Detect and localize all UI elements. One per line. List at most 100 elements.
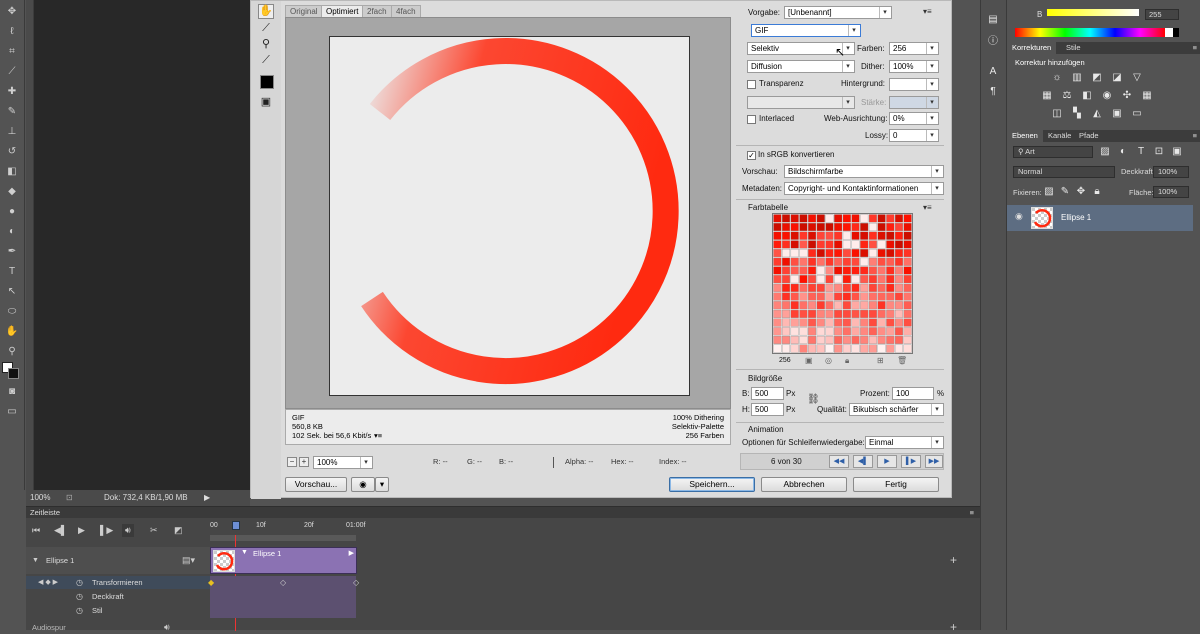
color-swatch[interactable]	[877, 240, 886, 249]
optimized-preview[interactable]	[285, 17, 731, 409]
bucket-tool-icon[interactable]: ◆	[5, 186, 19, 198]
color-swatch[interactable]	[799, 301, 808, 310]
tab-paths[interactable]: Pfade	[1074, 130, 1104, 142]
color-swatch[interactable]	[799, 335, 808, 344]
invert-icon[interactable]: ◫	[1051, 108, 1063, 120]
color-swatch[interactable]	[773, 309, 782, 318]
color-swatch[interactable]	[903, 344, 912, 353]
color-balance-icon[interactable]: ⚖	[1061, 90, 1073, 102]
channel-mixer-icon[interactable]: ✣	[1121, 90, 1133, 102]
color-swatch[interactable]	[825, 223, 834, 232]
color-swatch[interactable]	[790, 335, 799, 344]
zoom-in-button[interactable]: +	[299, 457, 309, 467]
width-field[interactable]: 500	[751, 387, 784, 400]
color-swatch[interactable]	[790, 223, 799, 232]
map-color-icon[interactable]: ▣	[805, 356, 813, 365]
color-swatch[interactable]	[782, 240, 791, 249]
color-swatch[interactable]	[903, 231, 912, 240]
color-swatch[interactable]	[860, 292, 869, 301]
eyedropper-tool-icon[interactable]: ⟋	[5, 66, 19, 78]
color-swatch[interactable]	[877, 249, 886, 258]
tab-original[interactable]: Original	[285, 5, 323, 17]
gradient-map-icon[interactable]: ▭	[1131, 108, 1143, 120]
fill-field[interactable]: 100%	[1153, 186, 1189, 198]
color-swatch[interactable]	[851, 214, 860, 223]
color-swatch[interactable]	[894, 257, 903, 266]
color-swatch[interactable]	[799, 327, 808, 336]
tab-4up[interactable]: 4fach	[391, 5, 421, 17]
expand-arrow-icon[interactable]: ▼	[32, 554, 39, 567]
threshold-icon[interactable]: ◭	[1091, 108, 1103, 120]
color-swatch[interactable]	[886, 266, 895, 275]
color-swatch[interactable]	[825, 275, 834, 284]
color-swatch[interactable]	[851, 335, 860, 344]
color-swatch[interactable]	[816, 275, 825, 284]
color-swatch[interactable]	[886, 283, 895, 292]
audio-icon[interactable]: 🔊︎	[122, 524, 134, 537]
color-value-field[interactable]: 255	[1145, 9, 1179, 20]
color-swatch[interactable]	[773, 292, 782, 301]
color-swatch[interactable]	[825, 257, 834, 266]
color-swatch[interactable]	[886, 223, 895, 232]
posterize-icon[interactable]: ▚	[1071, 108, 1083, 120]
color-swatch[interactable]	[782, 292, 791, 301]
color-swatch[interactable]	[868, 292, 877, 301]
play-icon[interactable]: ▶	[78, 524, 85, 537]
color-swatch[interactable]	[825, 214, 834, 223]
vibrance-icon[interactable]: ▽	[1131, 72, 1143, 84]
color-swatch[interactable]	[877, 283, 886, 292]
color-swatch[interactable]	[851, 344, 860, 353]
tab-layers[interactable]: Ebenen	[1007, 130, 1043, 142]
work-area-bar[interactable]	[210, 535, 356, 541]
lossy-field[interactable]: 0 ▾	[889, 129, 939, 142]
stopwatch-icon[interactable]: ◷	[76, 576, 83, 589]
color-swatch[interactable]	[903, 249, 912, 258]
color-swatch[interactable]	[782, 335, 791, 344]
color-swatch[interactable]	[860, 214, 869, 223]
timeline-ruler[interactable]: 00 10f 20f 01:00f	[210, 520, 980, 534]
color-swatch[interactable]	[773, 327, 782, 336]
color-swatch[interactable]	[790, 327, 799, 336]
percent-field[interactable]: 100	[892, 387, 934, 400]
color-swatch[interactable]	[834, 344, 843, 353]
color-swatch[interactable]	[860, 327, 869, 336]
color-swatch[interactable]	[894, 231, 903, 240]
color-swatch[interactable]	[886, 275, 895, 284]
amount-field[interactable]: ▾	[889, 96, 939, 109]
color-swatch[interactable]	[799, 223, 808, 232]
zoom-tool-icon[interactable]: ⚲	[5, 346, 19, 358]
color-swatch[interactable]	[808, 335, 817, 344]
visibility-eye-icon[interactable]: ◉	[1015, 211, 1023, 222]
color-swatch[interactable]	[903, 275, 912, 284]
color-swatch[interactable]	[851, 327, 860, 336]
color-swatch[interactable]	[790, 214, 799, 223]
color-swatch[interactable]	[860, 309, 869, 318]
split-icon[interactable]: ✂	[150, 524, 158, 537]
color-swatch[interactable]	[851, 266, 860, 275]
color-swatch[interactable]	[851, 318, 860, 327]
panel-menu-icon[interactable]: ≡	[1193, 130, 1197, 142]
first-frame-button[interactable]: ◀◀	[829, 455, 849, 468]
photo-filter-icon[interactable]: ◉	[1101, 90, 1113, 102]
color-swatch[interactable]	[903, 283, 912, 292]
last-frame-button[interactable]: ▶▶	[925, 455, 943, 468]
screen-mode-icon[interactable]: ▭	[5, 406, 19, 418]
color-swatch[interactable]	[886, 257, 895, 266]
color-swatch[interactable]	[851, 240, 860, 249]
color-swatch[interactable]	[799, 257, 808, 266]
color-swatch[interactable]	[842, 335, 851, 344]
color-swatch[interactable]	[799, 283, 808, 292]
color-swatch[interactable]	[842, 318, 851, 327]
panel-menu-icon[interactable]: ≡	[1193, 42, 1197, 54]
black-swatch[interactable]	[1173, 28, 1179, 37]
color-swatch[interactable]	[825, 249, 834, 258]
history-icon[interactable]: ▤	[987, 14, 999, 26]
lock-transparent-icon[interactable]: ▨	[1043, 186, 1055, 198]
color-swatch[interactable]	[782, 327, 791, 336]
color-swatch[interactable]	[808, 231, 817, 240]
color-swatch[interactable]	[868, 223, 877, 232]
levels-icon[interactable]: ▥	[1071, 72, 1083, 84]
color-swatch[interactable]	[808, 283, 817, 292]
lock-position-icon[interactable]: ✥	[1075, 186, 1087, 198]
color-swatch[interactable]	[886, 249, 895, 258]
